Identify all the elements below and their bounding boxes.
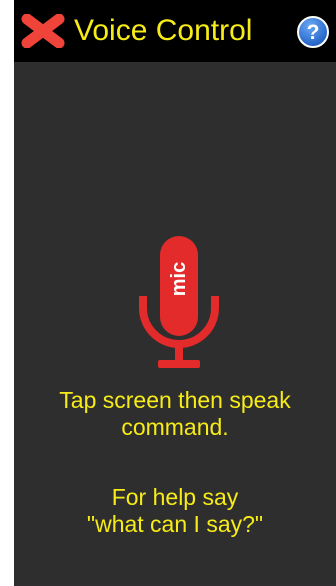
app-title: Voice Control	[74, 14, 253, 47]
mic-label: mic	[168, 261, 190, 297]
help-question-icon: ?	[297, 16, 329, 48]
help-button[interactable]: ?	[297, 16, 329, 48]
instruction-line-2: command.	[121, 414, 229, 440]
close-button[interactable]	[20, 13, 66, 49]
help-hint-line-1: For help say	[111, 484, 239, 510]
help-hint-line-2: "what can I say?"	[86, 511, 264, 537]
close-icon	[21, 13, 65, 49]
header-bar: Voice Control ?	[14, 0, 336, 62]
voice-control-screen[interactable]: Voice Control ? mic Tap screen then spea	[14, 0, 336, 586]
instruction-line-1: Tap screen then speak	[59, 387, 291, 413]
svg-text:?: ?	[307, 21, 320, 44]
